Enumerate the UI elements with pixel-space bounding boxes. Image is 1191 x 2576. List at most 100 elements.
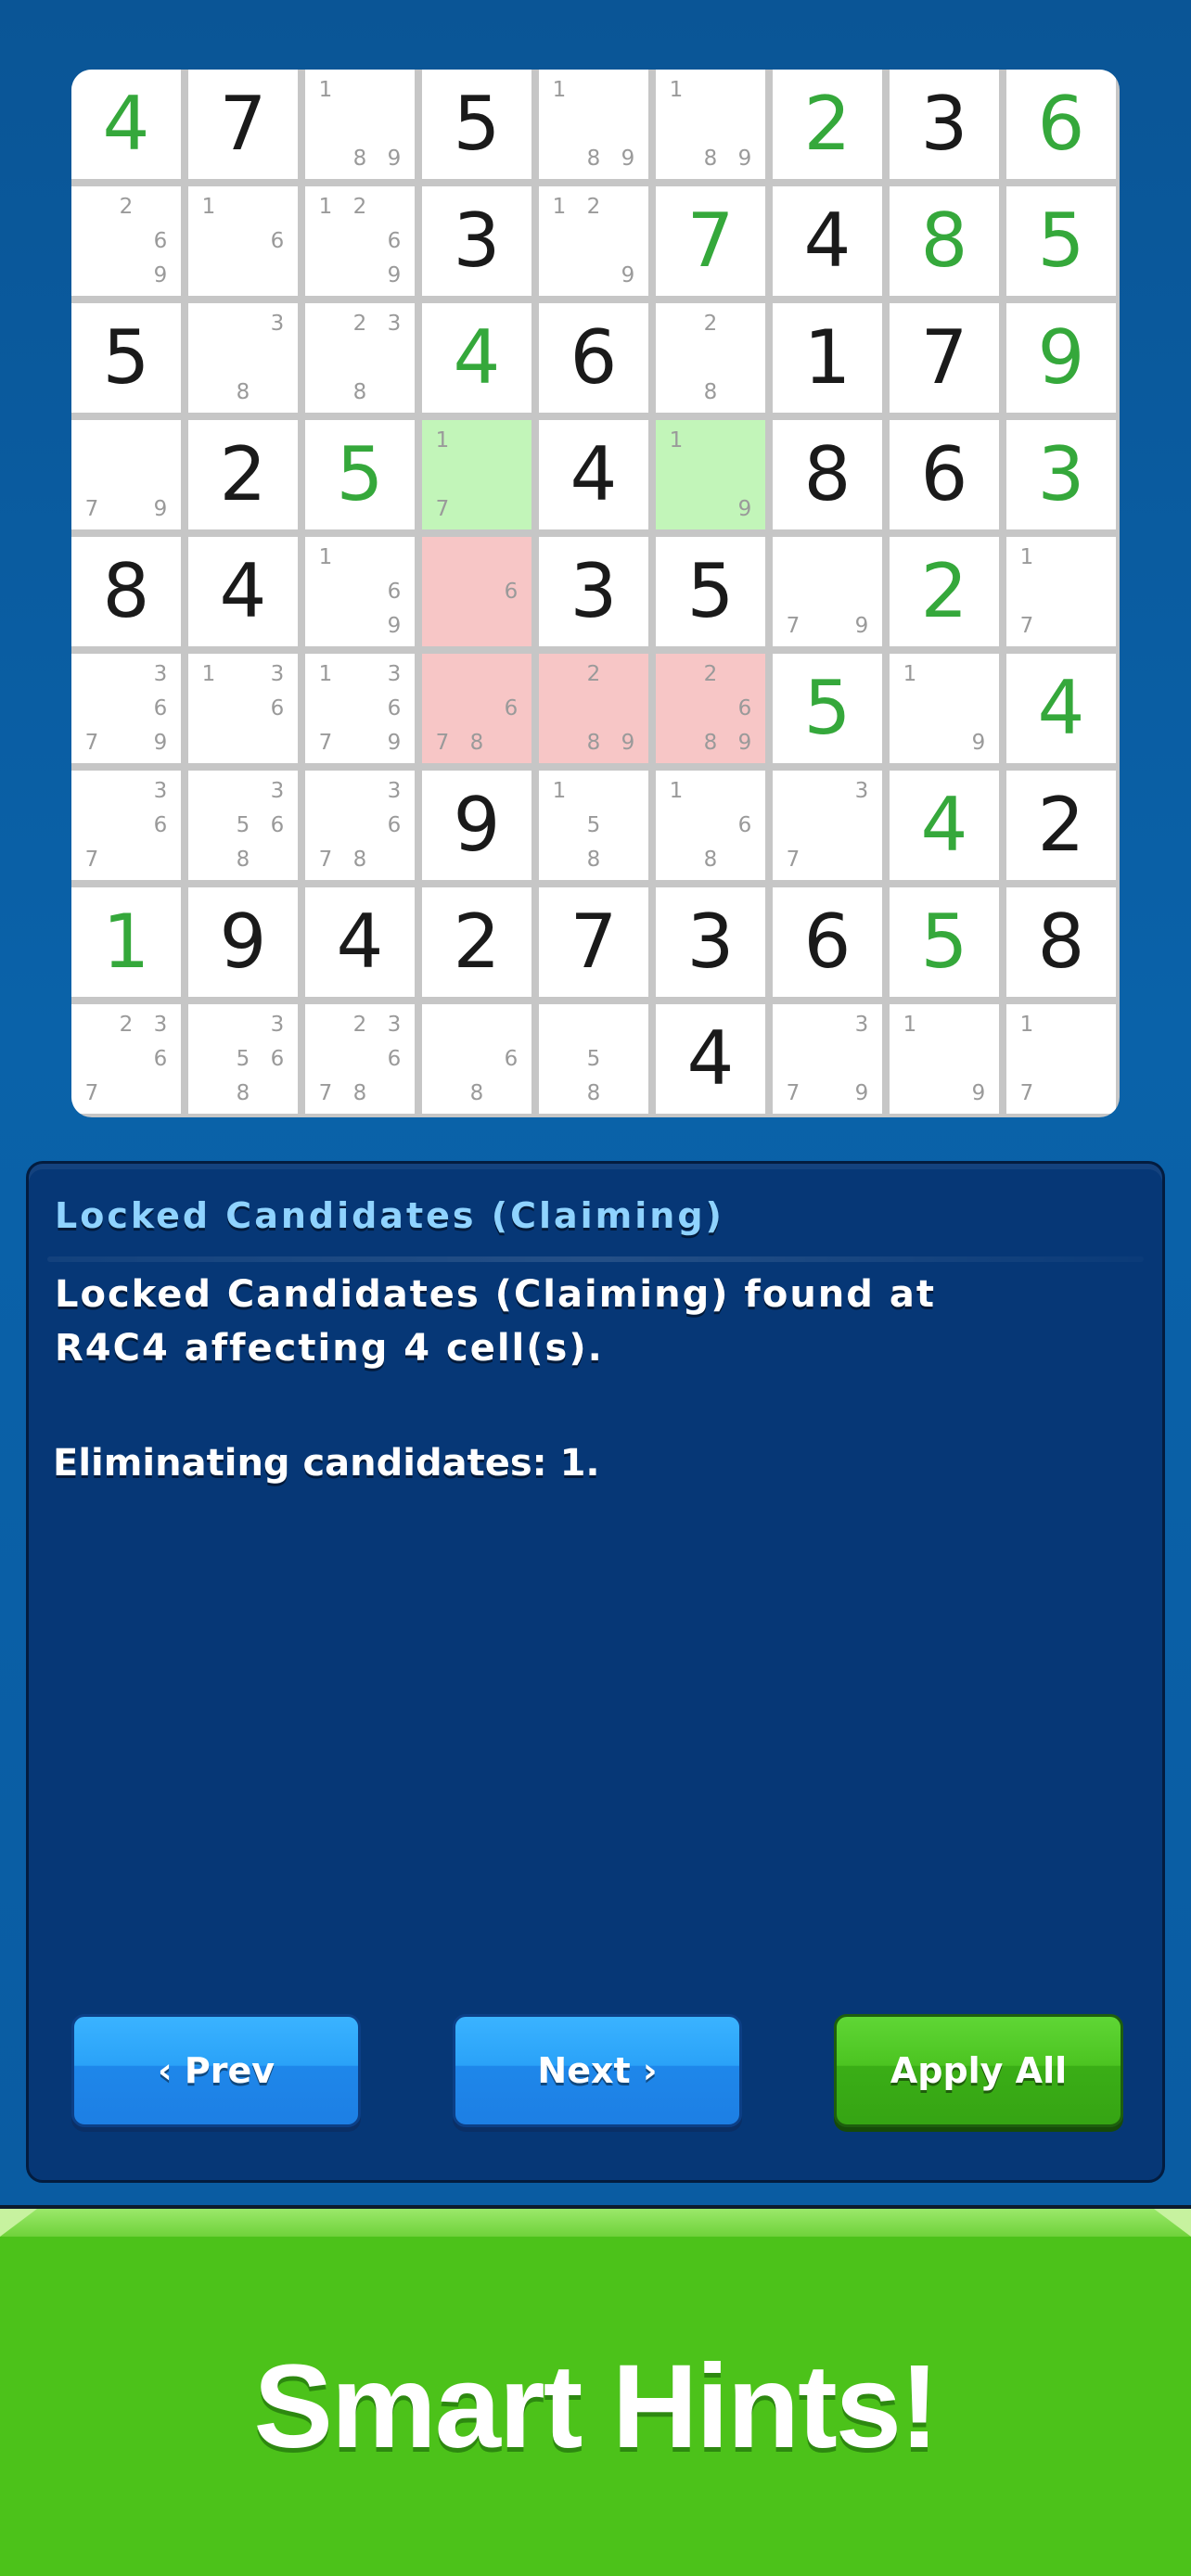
cell-r9c9[interactable]: 17 (1006, 1004, 1116, 1114)
cell-r9c6[interactable]: 4 (656, 1004, 765, 1114)
cell-r3c8[interactable]: 7 (890, 303, 999, 413)
cell-r6c8[interactable]: 19 (890, 654, 999, 763)
cell-r1c5[interactable]: 1 89 (539, 70, 648, 179)
hint-title: Locked Candidates (Claiming) (55, 1195, 724, 1236)
cell-r3c3[interactable]: 23 8 (305, 303, 415, 413)
cell-r9c3[interactable]: 23 6 78 (305, 1004, 415, 1114)
cell-r3c4[interactable]: 4 (422, 303, 531, 413)
cell-r2c1[interactable]: 26 9 (71, 186, 181, 296)
cell-r8c6[interactable]: 3 (656, 887, 765, 997)
candidate-note: 6 (270, 813, 285, 837)
candidate-note: 8 (469, 1081, 484, 1105)
candidate-note: 2 (586, 195, 601, 219)
cell-r6c2[interactable]: 1 3 6 (188, 654, 298, 763)
cell-r4c2[interactable]: 2 (188, 420, 298, 529)
cell-r2c3[interactable]: 126 9 (305, 186, 415, 296)
cell-r7c5[interactable]: 15 8 (539, 771, 648, 880)
cell-r9c8[interactable]: 19 (890, 1004, 999, 1114)
cell-r9c7[interactable]: 3 7 9 (773, 1004, 882, 1114)
cell-r8c7[interactable]: 6 (773, 887, 882, 997)
cell-r8c1[interactable]: 1 (71, 887, 181, 997)
candidate-note: 1 (669, 428, 684, 453)
cell-r6c4[interactable]: 6 78 (422, 654, 531, 763)
cell-r5c1[interactable]: 8 (71, 537, 181, 646)
cell-r2c6[interactable]: 7 (656, 186, 765, 296)
cell-r5c3[interactable]: 1 6 9 (305, 537, 415, 646)
cell-r2c4[interactable]: 3 (422, 186, 531, 296)
cell-r6c5[interactable]: 2 89 (539, 654, 648, 763)
cell-r5c7[interactable]: 79 (773, 537, 882, 646)
cell-r3c7[interactable]: 1 (773, 303, 882, 413)
cell-r5c8[interactable]: 2 (890, 537, 999, 646)
cell-r7c1[interactable]: 3 6 7 (71, 771, 181, 880)
cell-r8c4[interactable]: 2 (422, 887, 531, 997)
cell-r4c8[interactable]: 6 (890, 420, 999, 529)
cell-r7c9[interactable]: 2 (1006, 771, 1116, 880)
cell-r6c6[interactable]: 2689 (656, 654, 765, 763)
cell-digit: 1 (102, 899, 150, 985)
candidate-note: 3 (387, 1013, 402, 1037)
cell-r4c6[interactable]: 19 (656, 420, 765, 529)
cell-r6c9[interactable]: 4 (1006, 654, 1116, 763)
cell-r9c1[interactable]: 23 6 7 (71, 1004, 181, 1114)
cell-r1c4[interactable]: 5 (422, 70, 531, 179)
cell-r8c2[interactable]: 9 (188, 887, 298, 997)
candidate-note: 6 (387, 1047, 402, 1071)
candidate-note: 7 (786, 614, 800, 638)
cell-r9c4[interactable]: 68 (422, 1004, 531, 1114)
cell-r1c7[interactable]: 2 (773, 70, 882, 179)
cell-r8c9[interactable]: 8 (1006, 887, 1116, 997)
cell-r6c3[interactable]: 1 3 6 7 9 (305, 654, 415, 763)
cell-r4c3[interactable]: 5 (305, 420, 415, 529)
cell-r8c5[interactable]: 7 (539, 887, 648, 997)
cell-r6c7[interactable]: 5 (773, 654, 882, 763)
cell-r3c2[interactable]: 38 (188, 303, 298, 413)
cell-r8c8[interactable]: 5 (890, 887, 999, 997)
cell-r3c6[interactable]: 28 (656, 303, 765, 413)
cell-r1c1[interactable]: 4 (71, 70, 181, 179)
apply-all-button[interactable]: Apply All (834, 2014, 1123, 2127)
candidate-note: 3 (153, 662, 168, 686)
cell-r7c6[interactable]: 1 68 (656, 771, 765, 880)
cell-r4c5[interactable]: 4 (539, 420, 648, 529)
cell-r5c2[interactable]: 4 (188, 537, 298, 646)
cell-r8c3[interactable]: 4 (305, 887, 415, 997)
cell-r3c1[interactable]: 5 (71, 303, 181, 413)
candidate-note: 1 (552, 78, 567, 102)
next-button[interactable]: Next › (453, 2014, 742, 2127)
cell-r4c4[interactable]: 17 (422, 420, 531, 529)
cell-r2c5[interactable]: 12 9 (539, 186, 648, 296)
cell-r5c4[interactable]: 6 (422, 537, 531, 646)
cell-r2c7[interactable]: 4 (773, 186, 882, 296)
cell-r3c9[interactable]: 9 (1006, 303, 1116, 413)
cell-r1c6[interactable]: 1 89 (656, 70, 765, 179)
prev-button[interactable]: ‹ Prev (71, 2014, 361, 2127)
cell-r1c2[interactable]: 7 (188, 70, 298, 179)
cell-r1c3[interactable]: 1 89 (305, 70, 415, 179)
cell-r4c9[interactable]: 3 (1006, 420, 1116, 529)
cell-r5c6[interactable]: 5 (656, 537, 765, 646)
cell-r3c5[interactable]: 6 (539, 303, 648, 413)
cell-r7c2[interactable]: 3568 (188, 771, 298, 880)
cell-r4c1[interactable]: 79 (71, 420, 181, 529)
cell-r9c5[interactable]: 58 (539, 1004, 648, 1114)
cell-r1c8[interactable]: 3 (890, 70, 999, 179)
cell-r2c2[interactable]: 16 (188, 186, 298, 296)
cell-r9c2[interactable]: 3568 (188, 1004, 298, 1114)
cell-r5c9[interactable]: 17 (1006, 537, 1116, 646)
cell-r6c1[interactable]: 3 6 7 9 (71, 654, 181, 763)
candidate-note: 1 (903, 1013, 917, 1037)
cell-r7c7[interactable]: 37 (773, 771, 882, 880)
cell-r7c4[interactable]: 9 (422, 771, 531, 880)
cell-r7c8[interactable]: 4 (890, 771, 999, 880)
cell-r2c8[interactable]: 8 (890, 186, 999, 296)
cell-r5c5[interactable]: 3 (539, 537, 648, 646)
cell-digit: 7 (570, 899, 618, 985)
cell-r2c9[interactable]: 5 (1006, 186, 1116, 296)
candidate-note: 1 (1019, 545, 1034, 569)
cell-r1c9[interactable]: 6 (1006, 70, 1116, 179)
cell-r7c3[interactable]: 3 6 78 (305, 771, 415, 880)
hint-message-line2: R4C4 affecting 4 cell(s). (55, 1327, 604, 1370)
cell-r4c7[interactable]: 8 (773, 420, 882, 529)
candidate-note: 2 (352, 1013, 367, 1037)
